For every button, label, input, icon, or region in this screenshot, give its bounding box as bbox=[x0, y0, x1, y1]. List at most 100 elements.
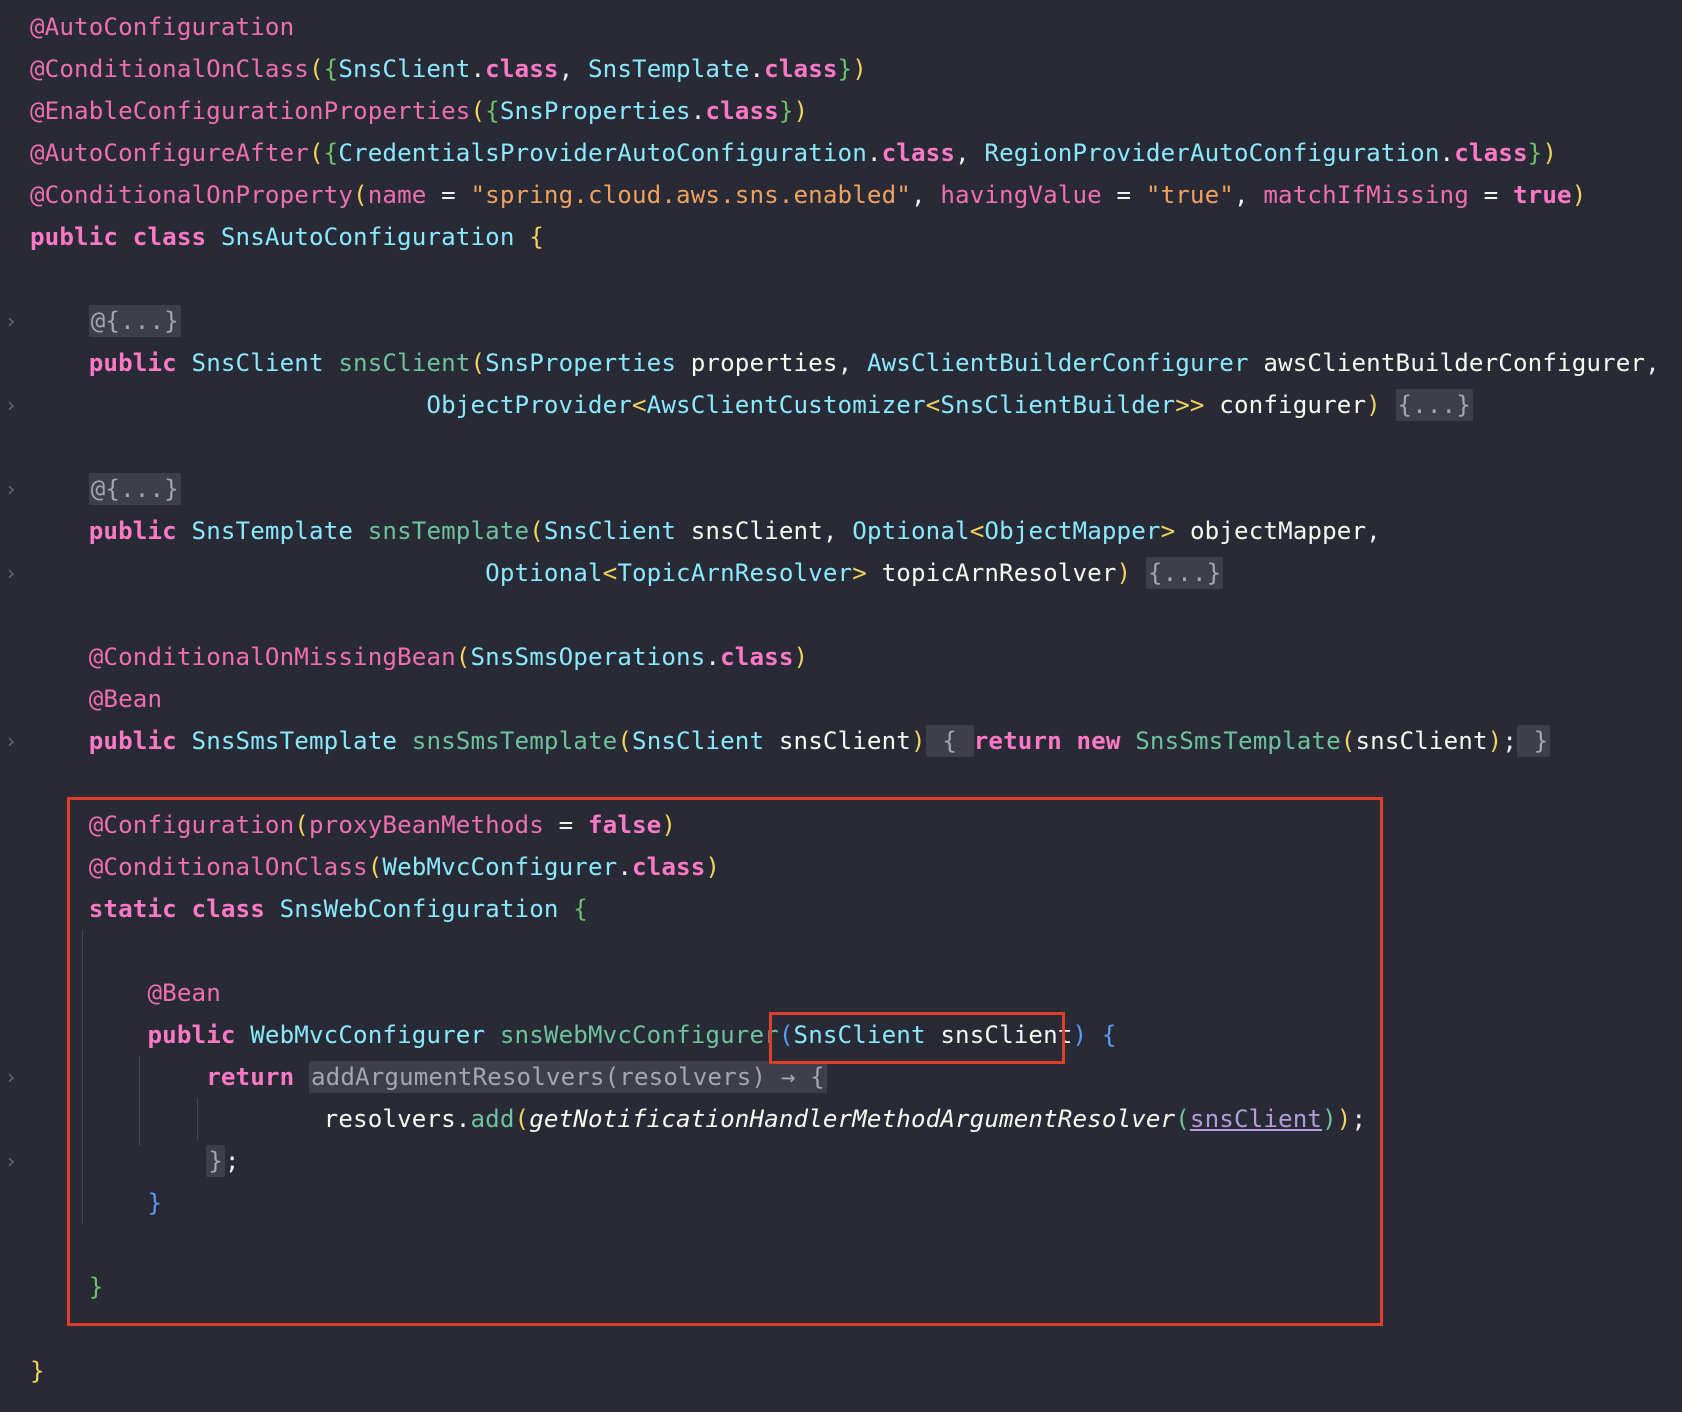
folded-region[interactable]: @{...} bbox=[88, 305, 181, 337]
code-token: SnsSmsTemplate bbox=[1135, 727, 1341, 755]
code-token: . bbox=[690, 97, 706, 125]
code-token: public bbox=[88, 517, 192, 545]
code-token: RegionProviderAutoConfiguration bbox=[984, 139, 1440, 167]
fold-chevron-icon[interactable]: › bbox=[5, 563, 17, 583]
code-line[interactable]: @Bean bbox=[30, 678, 162, 720]
highlight-box-snsclient-parameter bbox=[769, 1012, 1065, 1064]
code-token: ) bbox=[1366, 391, 1381, 419]
code-line[interactable]: } bbox=[30, 1350, 45, 1392]
code-token: class bbox=[705, 97, 779, 125]
code-line[interactable]: @ConditionalOnMissingBean(SnsSmsOperatio… bbox=[30, 636, 808, 678]
code-line[interactable]: public SnsClient snsClient(SnsProperties… bbox=[30, 342, 1660, 384]
code-token: { bbox=[323, 55, 339, 83]
code-token: class bbox=[485, 55, 559, 83]
code-line[interactable]: @AutoConfigureAfter({CredentialsProvider… bbox=[30, 132, 1557, 174]
code-token: SnsClient bbox=[543, 517, 677, 545]
folded-region[interactable]: @{...} bbox=[88, 473, 181, 505]
code-token: "true" bbox=[1145, 181, 1234, 209]
code-token: CredentialsProviderAutoConfiguration bbox=[338, 139, 867, 167]
code-token: objectMapper bbox=[1175, 517, 1367, 545]
folded-region[interactable]: } bbox=[1517, 725, 1551, 757]
code-token: havingValue bbox=[940, 181, 1102, 209]
code-line[interactable]: @AutoConfiguration bbox=[30, 6, 294, 48]
indent-guide bbox=[197, 1098, 198, 1140]
code-token: class bbox=[1454, 139, 1528, 167]
code-token: @Bean bbox=[88, 685, 163, 713]
code-line[interactable]: @{...} bbox=[30, 468, 181, 510]
code-token: ) bbox=[1571, 181, 1587, 209]
code-token: < bbox=[631, 391, 647, 419]
code-token: , bbox=[1233, 181, 1264, 209]
code-line[interactable]: @ConditionalOnClass({SnsClient.class, Sn… bbox=[30, 48, 867, 90]
code-line[interactable]: public SnsTemplate snsTemplate(SnsClient… bbox=[30, 510, 1381, 552]
code-token: AwsClientCustomizer bbox=[646, 391, 926, 419]
code-token: , bbox=[837, 349, 867, 377]
code-token: topicArnResolver bbox=[866, 559, 1117, 587]
code-token: = bbox=[1101, 181, 1146, 209]
code-token: } bbox=[30, 1357, 45, 1385]
code-token: < bbox=[969, 517, 985, 545]
code-token: AwsClientBuilderConfigurer bbox=[866, 349, 1249, 377]
fold-chevron-icon[interactable]: › bbox=[5, 731, 17, 751]
code-token: , bbox=[955, 139, 985, 167]
code-token: properties bbox=[676, 349, 838, 377]
fold-chevron-icon[interactable]: › bbox=[5, 1067, 17, 1087]
code-token: = bbox=[426, 181, 471, 209]
code-token: SnsClient bbox=[191, 349, 324, 377]
fold-chevron-icon[interactable]: › bbox=[5, 479, 17, 499]
code-token: ) bbox=[1542, 139, 1558, 167]
code-token: public bbox=[88, 349, 192, 377]
fold-chevron-icon[interactable]: › bbox=[5, 395, 17, 415]
folded-region[interactable]: {...} bbox=[1145, 557, 1224, 589]
code-line[interactable]: @{...} bbox=[30, 300, 181, 342]
code-token: class bbox=[881, 139, 956, 167]
code-token: ; bbox=[1502, 727, 1517, 755]
code-token: ObjectMapper bbox=[984, 517, 1161, 545]
code-token: ( bbox=[308, 139, 324, 167]
code-token: < bbox=[602, 559, 618, 587]
code-token: ( bbox=[353, 181, 368, 209]
code-token: return new bbox=[973, 727, 1136, 755]
code-line[interactable]: public class SnsAutoConfiguration { bbox=[30, 216, 544, 258]
code-token: Optional bbox=[852, 517, 970, 545]
code-token: snsClient bbox=[1355, 727, 1488, 755]
code-line[interactable]: @ConditionalOnProperty(name = "spring.cl… bbox=[30, 174, 1586, 216]
code-token: ( bbox=[455, 643, 471, 671]
code-line[interactable]: @EnableConfigurationProperties({SnsPrope… bbox=[30, 90, 808, 132]
code-editor[interactable]: › › › › › › › @AutoConfiguration @ConditionalOn… bbox=[0, 0, 1682, 1412]
fold-chevron-icon[interactable]: › bbox=[5, 1151, 17, 1171]
code-token: . bbox=[749, 55, 765, 83]
code-token: , bbox=[1645, 349, 1660, 377]
code-token: ( bbox=[470, 97, 486, 125]
indent-guide bbox=[82, 930, 83, 1224]
code-token: ) bbox=[910, 727, 926, 755]
code-token: SnsTemplate bbox=[191, 517, 354, 545]
code-token: } bbox=[837, 55, 853, 83]
code-token: ( bbox=[1340, 727, 1356, 755]
code-token: ( bbox=[529, 517, 544, 545]
folded-region[interactable]: { bbox=[925, 725, 974, 757]
code-line[interactable]: public SnsSmsTemplate snsSmsTemplate(Sns… bbox=[30, 720, 1551, 762]
code-line[interactable]: ObjectProvider<AwsClientCustomizer<SnsCl… bbox=[30, 384, 1473, 426]
code-token: ) bbox=[793, 643, 809, 671]
code-token: { bbox=[323, 139, 339, 167]
code-line[interactable]: Optional<TopicArnResolver> topicArnResol… bbox=[30, 552, 1224, 594]
code-token: > bbox=[1160, 517, 1176, 545]
editor-gutter: › › › › › › › bbox=[0, 0, 24, 1412]
code-token: SnsClient bbox=[632, 727, 765, 755]
code-token: , bbox=[558, 55, 588, 83]
code-token: ) bbox=[793, 97, 809, 125]
code-token: SnsProperties bbox=[499, 97, 691, 125]
fold-chevron-icon[interactable]: › bbox=[5, 311, 17, 331]
folded-region[interactable]: {...} bbox=[1395, 389, 1473, 421]
code-token: = bbox=[1468, 181, 1513, 209]
